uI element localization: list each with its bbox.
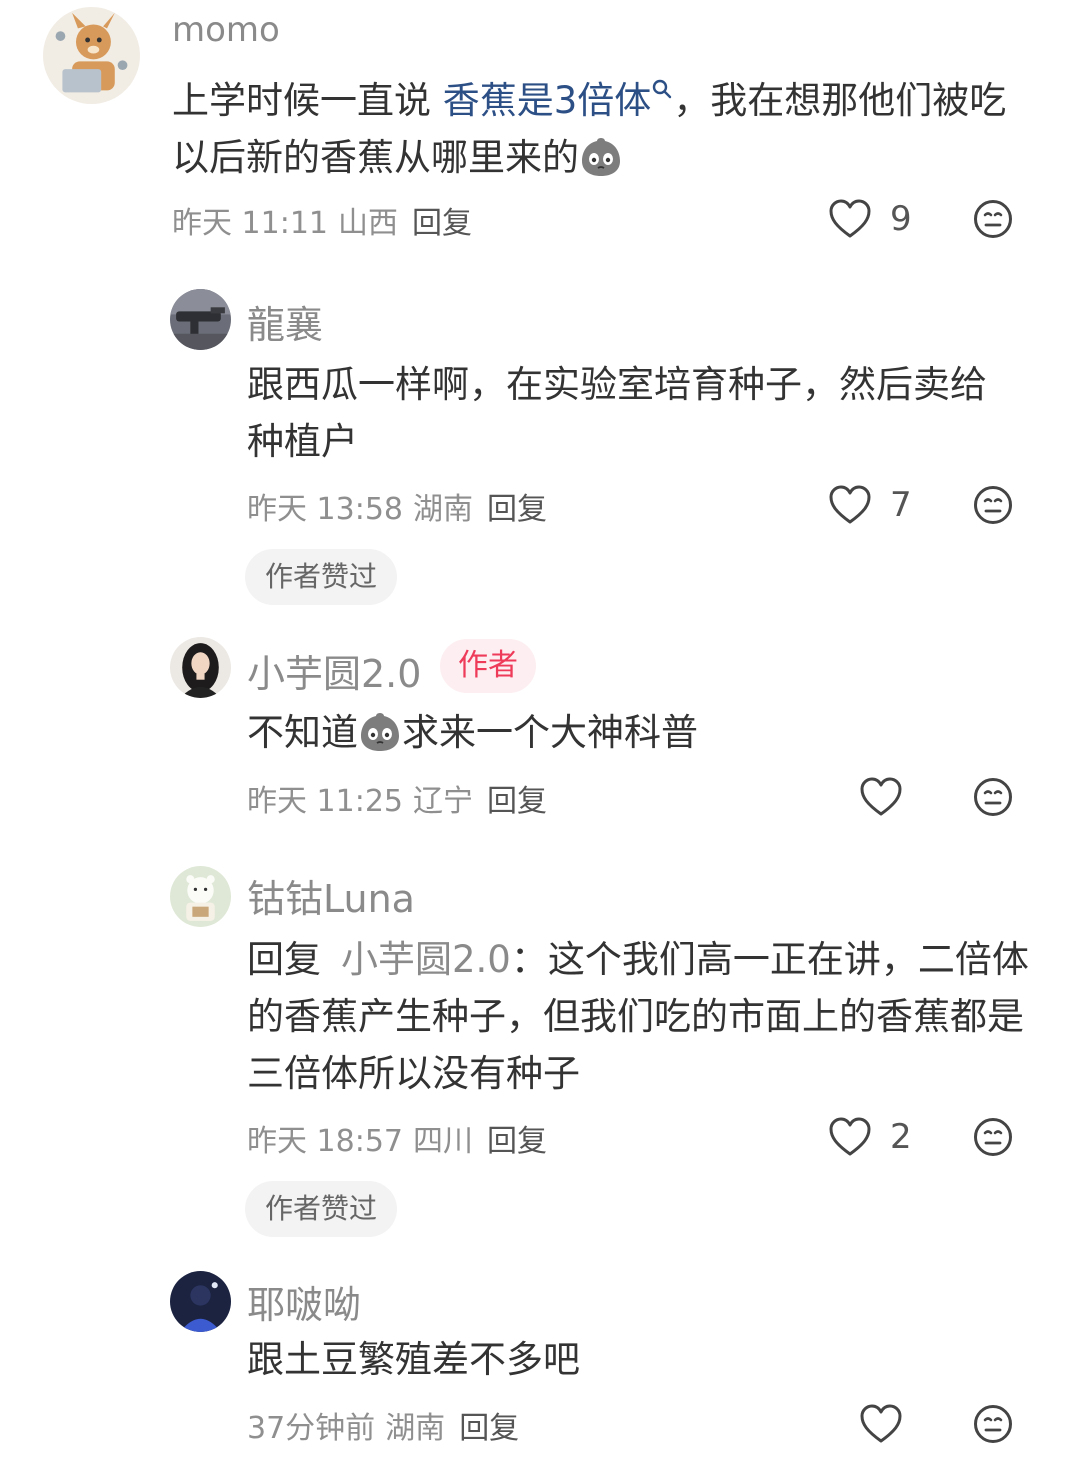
like-button[interactable]: 7 (828, 485, 912, 525)
reply-button[interactable]: 回复 (487, 784, 547, 819)
comment-time: 昨天 13:58 (247, 492, 403, 527)
comment-text: 跟土豆繁殖差不多吧 (247, 1338, 580, 1381)
comment-time: 昨天 11:25 (247, 784, 403, 819)
like-count: 9 (890, 199, 912, 239)
avatar[interactable] (170, 866, 231, 927)
comment-time: 37分钟前 (247, 1411, 376, 1446)
comment-time: 昨天 18:57 (247, 1124, 403, 1159)
like-button[interactable] (859, 1404, 903, 1444)
comment-location: 湖南 (385, 1411, 446, 1446)
comment-text: 不知道 求来一个大神科普 (247, 704, 1017, 761)
reply-button[interactable]: 回复 (459, 1411, 519, 1446)
meh-face-icon[interactable] (973, 1404, 1013, 1444)
comment-text: 跟西瓜一样啊，在实验室培育种子，然后卖给种植户 (247, 363, 987, 463)
comment-text: 回复 小芋圆2.0：这个我们高一正在讲，二倍体的香蕉产生种子，但我们吃的市面上的香… (247, 931, 1047, 1102)
heart-outline-icon (859, 777, 903, 817)
author-liked-chip: 作者赞过 (245, 1181, 398, 1237)
comment-meta: 昨天 11:11 山西 回复 (172, 198, 472, 242)
reply-button[interactable]: 回复 (487, 1124, 547, 1159)
search-link-text[interactable]: 香蕉是3倍体 (443, 79, 652, 122)
comment-text: 上学时候一直说 香蕉是3倍体 ，我在想那他们被吃以后新的香蕉从哪里来的 (172, 72, 1012, 186)
avatar[interactable] (170, 289, 231, 350)
search-icon (653, 79, 672, 98)
avatar[interactable] (170, 1271, 231, 1332)
meh-face-icon[interactable] (973, 777, 1013, 817)
comment-meta: 昨天 11:25 辽宁 回复 (247, 776, 547, 820)
crying-face-emoji (579, 135, 623, 179)
comment-author[interactable]: 龍襄 (247, 294, 323, 349)
reply-prefix: 回复 (247, 938, 321, 981)
like-button[interactable]: 9 (828, 199, 912, 239)
crying-face-emoji (358, 710, 402, 754)
reply-button[interactable]: 回复 (412, 206, 472, 241)
comment-meta: 37分钟前 湖南 回复 (247, 1403, 519, 1447)
heart-outline-icon (859, 1404, 903, 1444)
meh-face-icon[interactable] (973, 1117, 1013, 1157)
meh-face-icon[interactable] (973, 485, 1013, 525)
reply-target-user[interactable]: 小芋圆2.0 (341, 938, 511, 981)
avatar[interactable] (170, 637, 231, 698)
avatar[interactable] (43, 7, 140, 104)
comment-author[interactable]: 耶啵呦 (247, 1274, 361, 1329)
search-link[interactable]: 香蕉是3倍体 (443, 79, 674, 122)
comment-author[interactable]: 小芋圆2.0 (247, 643, 421, 698)
comment-location: 辽宁 (413, 784, 473, 819)
heart-outline-icon (828, 485, 872, 525)
comment-location: 湖南 (413, 492, 473, 527)
comment-time: 昨天 11:11 (172, 206, 328, 241)
comment-meta: 昨天 13:58 湖南 回复 (247, 484, 547, 528)
comment-meta: 昨天 18:57 四川 回复 (247, 1116, 547, 1160)
comment-text-part: 不知道 (247, 711, 358, 754)
reply-button[interactable]: 回复 (487, 492, 547, 527)
comment-author[interactable]: momo (172, 10, 280, 50)
like-count: 2 (890, 1117, 912, 1157)
like-button[interactable] (859, 777, 903, 817)
like-count: 7 (890, 485, 912, 525)
comment-location: 山西 (338, 206, 398, 241)
comment-author[interactable]: 钴钴Luna (247, 868, 415, 923)
author-liked-chip: 作者赞过 (245, 549, 398, 605)
comment-text-part: 上学时候一直说 (172, 79, 443, 122)
like-button[interactable]: 2 (828, 1117, 912, 1157)
comment-location: 四川 (413, 1124, 473, 1159)
heart-outline-icon (828, 199, 872, 239)
author-badge: 作者 (440, 639, 536, 693)
meh-face-icon[interactable] (973, 199, 1013, 239)
heart-outline-icon (828, 1117, 872, 1157)
comment-text-part: ： (510, 938, 548, 981)
comment-text-part: 求来一个大神科普 (402, 711, 698, 754)
